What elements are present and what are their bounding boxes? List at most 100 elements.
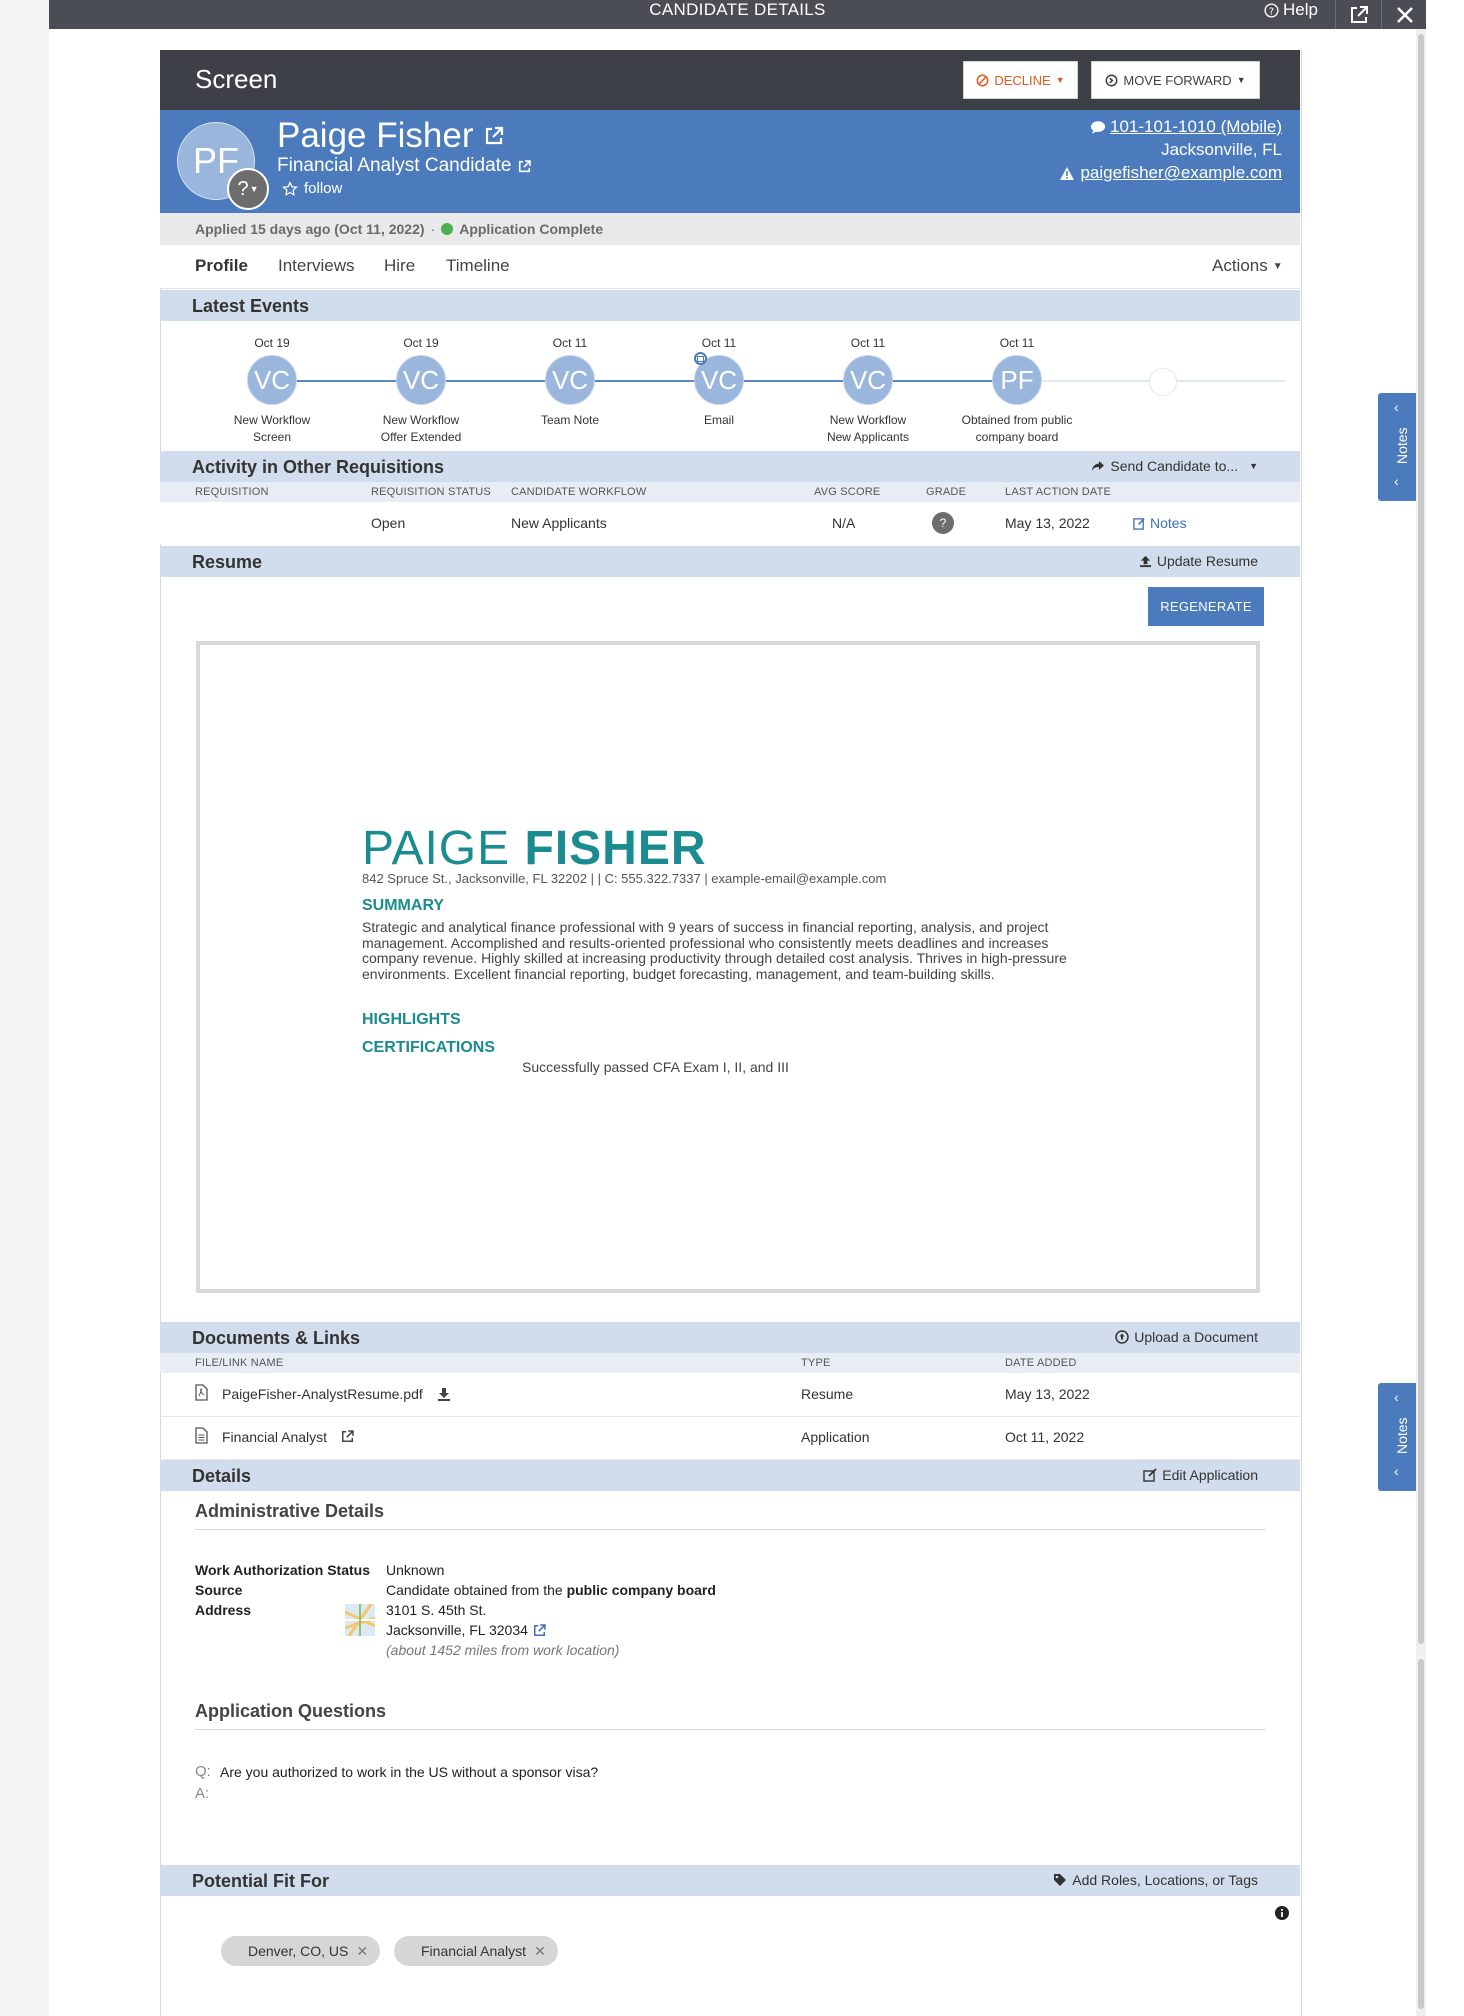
update-resume-button[interactable]: Update Resume: [1139, 553, 1258, 569]
answer-label: A:: [195, 1785, 210, 1802]
stage-header: Screen DECLINE ▼ MOVE FORWARD ▼: [160, 50, 1300, 110]
avg-score: N/A: [832, 515, 856, 531]
send-candidate-dropdown[interactable]: Send Candidate to... ▼: [1091, 458, 1258, 474]
work-authorization-key: Work Authorization Status: [195, 1562, 370, 1578]
close-button[interactable]: [1381, 0, 1427, 29]
column-header: LAST ACTION DATE: [1005, 486, 1112, 498]
phone-link[interactable]: 101-101-1010 (Mobile): [1090, 117, 1282, 137]
map-thumbnail-icon[interactable]: [345, 1604, 375, 1636]
actions-dropdown[interactable]: Actions ▼: [1212, 256, 1283, 276]
candidate-job-link[interactable]: Financial Analyst Candidate: [277, 155, 532, 177]
remove-tag-icon[interactable]: ✕: [534, 1943, 546, 1960]
tab-hire[interactable]: Hire: [384, 256, 415, 276]
tag-chip[interactable]: Financial Analyst ✕: [394, 1936, 558, 1966]
external-link-icon[interactable]: [340, 1429, 355, 1444]
avatar-rating-menu[interactable]: ? ▼: [227, 168, 269, 210]
share-arrow-icon: [1092, 461, 1105, 471]
table-row[interactable]: Open New Applicants N/A ? May 13, 2022 N…: [160, 502, 1300, 544]
column-header: REQUISITION STATUS: [371, 486, 491, 498]
chat-icon: [1090, 120, 1106, 134]
edit-note-icon: [1133, 517, 1145, 530]
administrative-details-heading: Administrative Details: [195, 1501, 385, 1521]
column-header: DATE ADDED: [1005, 1357, 1077, 1369]
timeline-end-marker: [1149, 368, 1177, 396]
scrollbar[interactable]: [1416, 29, 1426, 2016]
download-icon[interactable]: [437, 1387, 451, 1401]
timeline-event[interactable]: Oct 11 VC Email: [639, 336, 799, 429]
edit-icon: [1143, 1468, 1157, 1482]
notes-label: Notes: [1150, 515, 1187, 531]
document-date: May 13, 2022: [1005, 1386, 1090, 1402]
event-avatar: PF: [992, 355, 1042, 405]
help-label: Help: [1283, 0, 1318, 19]
move-forward-button[interactable]: MOVE FORWARD ▼: [1091, 61, 1260, 99]
tag-icon: [1054, 1874, 1067, 1886]
tab-profile[interactable]: Profile: [195, 256, 248, 276]
upload-document-button[interactable]: Upload a Document: [1115, 1329, 1258, 1345]
notes-link[interactable]: Notes: [1133, 515, 1187, 531]
timeline-event[interactable]: Oct 19 VC New Workflow Offer Extended: [341, 336, 501, 446]
table-row[interactable]: PaigeFisher-AnalystResume.pdf Resume May…: [160, 1373, 1300, 1417]
column-header: AVG SCORE: [814, 486, 881, 498]
resume-header: Resume Update Resume: [160, 546, 1300, 577]
tag-label: Denver, CO, US: [248, 1943, 349, 1959]
column-header: FILE/LINK NAME: [195, 1357, 284, 1369]
stage-title: Screen: [195, 64, 278, 94]
scrollbar-thumb[interactable]: [1418, 34, 1424, 1644]
resume-preview[interactable]: PAIGE FISHER 842 Spruce St., Jacksonvill…: [196, 641, 1260, 1293]
timeline-event[interactable]: Oct 11 VC New Workflow New Applicants: [788, 336, 948, 446]
scrollbar-thumb[interactable]: [1418, 1659, 1424, 2009]
requisition-status: Open: [371, 515, 406, 531]
document-name[interactable]: Financial Analyst: [222, 1429, 327, 1445]
help-link[interactable]: ? Help: [1264, 0, 1318, 20]
tag-chip[interactable]: Denver, CO, US ✕: [221, 1936, 381, 1966]
upload-circle-icon: [1115, 1330, 1129, 1344]
tag-label: Financial Analyst: [421, 1943, 527, 1959]
last-action-date: May 13, 2022: [1005, 515, 1090, 531]
regenerate-button[interactable]: REGENERATE: [1148, 587, 1264, 626]
candidate-name[interactable]: Paige Fisher: [277, 116, 505, 156]
address-line1[interactable]: 3101 S. 45th St.: [386, 1602, 486, 1618]
follow-button[interactable]: follow: [282, 180, 342, 197]
latest-events-header: Latest Events: [160, 290, 1300, 321]
potential-fit-title: Potential Fit For: [192, 1871, 329, 1891]
external-link-icon: [1350, 5, 1368, 23]
decline-button[interactable]: DECLINE ▼: [963, 61, 1078, 99]
close-icon: [1396, 6, 1413, 23]
caret-down-icon: ▼: [1272, 260, 1283, 272]
document-name[interactable]: PaigeFisher-AnalystResume.pdf: [222, 1386, 423, 1402]
update-resume-label: Update Resume: [1156, 553, 1258, 569]
event-date: Oct 11: [850, 336, 886, 350]
address-line2-link[interactable]: Jacksonville, FL 32034: [386, 1622, 547, 1638]
timeline-event[interactable]: Oct 11 VC Team Note: [490, 336, 650, 429]
latest-events-title: Latest Events: [192, 296, 310, 316]
send-candidate-label: Send Candidate to...: [1110, 458, 1239, 474]
info-icon[interactable]: [1275, 1906, 1289, 1920]
follow-label: follow: [304, 180, 343, 197]
timeline-event[interactable]: Oct 19 VC New Workflow Screen: [192, 336, 352, 446]
caret-down-icon: ▼: [1249, 461, 1258, 471]
event-avatar: VC: [247, 355, 297, 405]
table-row[interactable]: Financial Analyst Application Oct 11, 20…: [160, 1416, 1300, 1460]
address-key: Address: [195, 1602, 252, 1618]
document-type: Application: [801, 1429, 870, 1445]
actions-label: Actions: [1212, 256, 1268, 275]
remove-tag-icon[interactable]: ✕: [356, 1943, 368, 1960]
other-requisitions-header: Activity in Other Requisitions Send Cand…: [160, 451, 1300, 482]
popout-button[interactable]: [1335, 0, 1381, 29]
add-tags-button[interactable]: Add Roles, Locations, or Tags: [1053, 1872, 1258, 1888]
edit-application-button[interactable]: Edit Application: [1143, 1467, 1258, 1483]
phone-number: 101-101-1010 (Mobile): [1110, 117, 1282, 136]
source-prefix: Candidate obtained from the: [386, 1582, 563, 1598]
resume-highlights-heading: HIGHLIGHTS: [362, 1011, 461, 1028]
resume-summary: Strategic and analytical finance profess…: [362, 919, 1067, 982]
resume-certifications-heading: CERTIFICATIONS: [362, 1039, 496, 1056]
timeline-event[interactable]: Oct 11 PF Obtained from public company bo…: [937, 336, 1097, 446]
external-link-icon: [519, 159, 532, 172]
email-link[interactable]: paigefisher@example.com: [1059, 163, 1282, 183]
profile-tabs: Profile Interviews Hire Timeline Actions…: [160, 245, 1300, 289]
warning-icon: [1060, 166, 1075, 180]
tab-interviews[interactable]: Interviews: [278, 256, 355, 276]
source-key: Source: [195, 1582, 243, 1598]
tab-timeline[interactable]: Timeline: [446, 256, 510, 276]
